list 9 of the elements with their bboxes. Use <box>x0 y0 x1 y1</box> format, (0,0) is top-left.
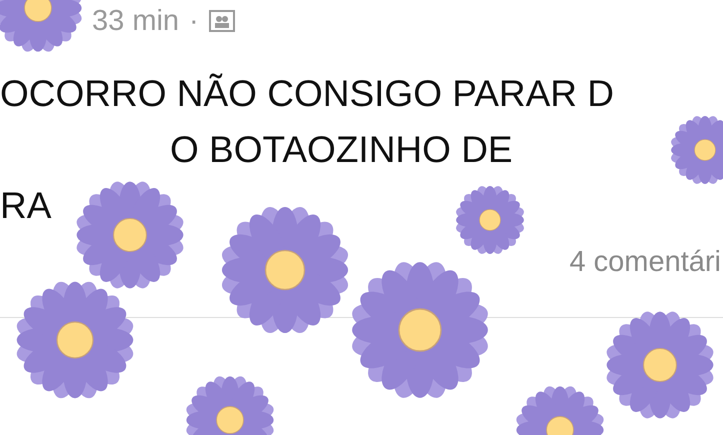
audience-icon <box>208 10 235 32</box>
post-text-line: O BOTAOZINHO DE <box>170 128 513 172</box>
separator-dot: · <box>189 4 199 38</box>
post-time: 33 min <box>92 4 180 38</box>
flower-drawing <box>670 115 723 185</box>
flower-drawing <box>455 185 525 255</box>
comment-count[interactable]: 4 comentári <box>569 246 721 279</box>
post-text-line: RA <box>0 184 52 228</box>
post-text-line: OCORRO NÃO CONSIGO PARAR D <box>0 72 614 116</box>
